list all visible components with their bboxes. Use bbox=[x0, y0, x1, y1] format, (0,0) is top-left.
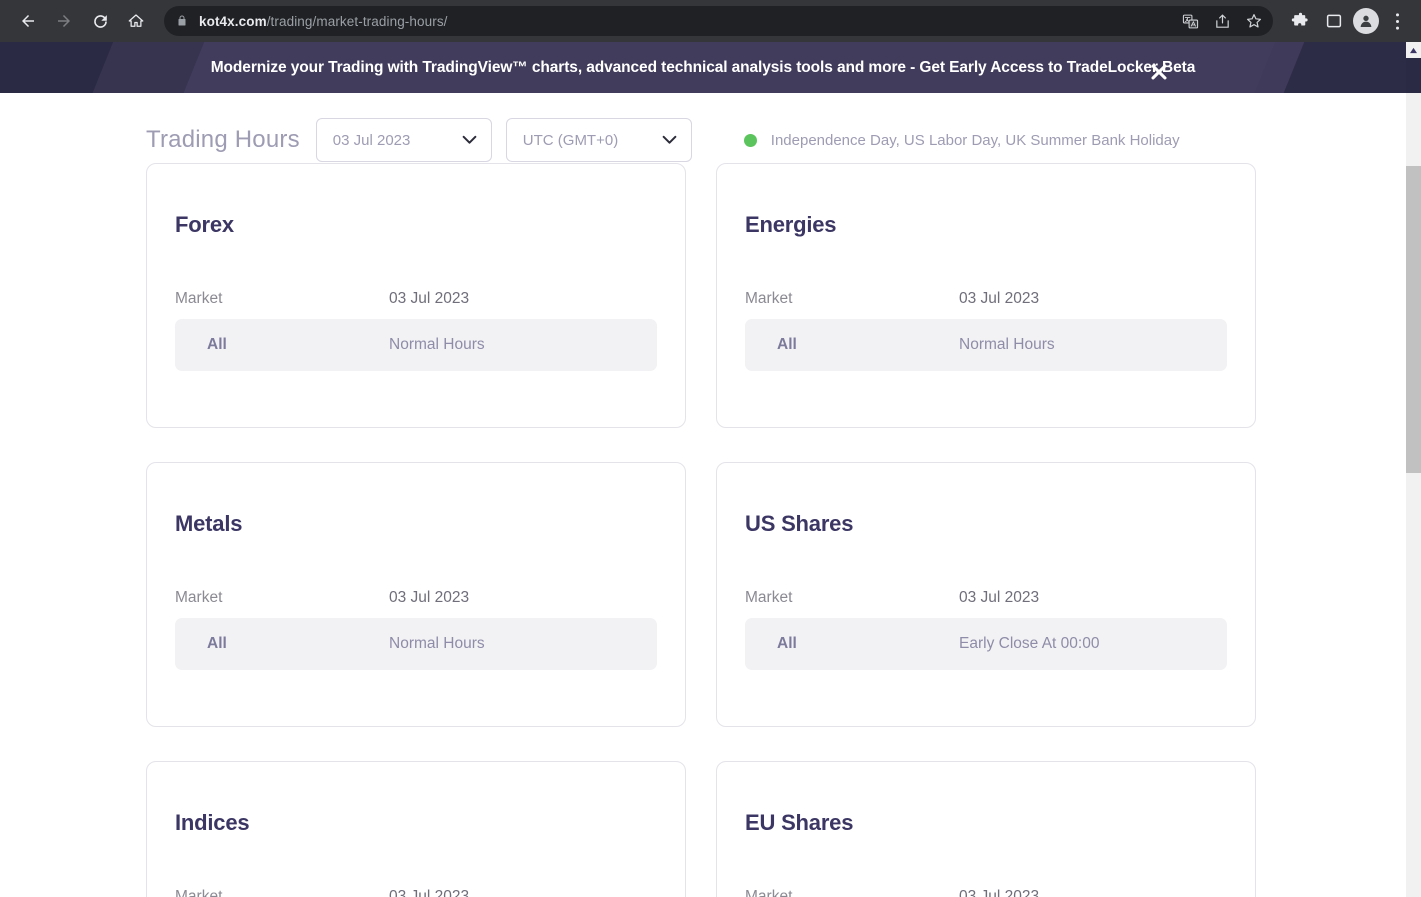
browser-toolbar: kot4x.com/trading/market-trading-hours/ bbox=[0, 0, 1421, 42]
reload-button[interactable] bbox=[82, 3, 118, 39]
card-title: Metals bbox=[175, 511, 243, 536]
close-x-icon bbox=[1151, 64, 1167, 80]
table-row: All Normal Hours bbox=[175, 319, 657, 371]
timezone-select-value: UTC (GMT+0) bbox=[522, 131, 619, 149]
card-title: EU Shares bbox=[745, 810, 854, 835]
date-select-value: 03 Jul 2023 bbox=[332, 131, 411, 149]
profile-avatar-icon bbox=[1360, 15, 1372, 27]
chevron-down-icon bbox=[462, 135, 477, 145]
reload-icon bbox=[93, 14, 107, 28]
row-hours-value: Normal Hours bbox=[959, 336, 1055, 353]
column-header-market: Market bbox=[175, 888, 223, 897]
toolbar-right-actions bbox=[1285, 5, 1411, 37]
card-title: Energies bbox=[745, 212, 837, 237]
share-button[interactable] bbox=[1207, 6, 1237, 36]
three-dot-menu-icon bbox=[1395, 12, 1399, 30]
bookmark-button[interactable] bbox=[1239, 6, 1269, 36]
card-column-headers: Market 03 Jul 2023 bbox=[175, 290, 657, 308]
holiday-text: Independence Day, US Labor Day, UK Summe… bbox=[770, 131, 1180, 149]
column-header-date: 03 Jul 2023 bbox=[959, 589, 1040, 606]
forward-button[interactable] bbox=[46, 3, 82, 39]
market-card-indices: Indices Market 03 Jul 2023 All Normal Ho… bbox=[146, 761, 686, 897]
side-panel-button[interactable] bbox=[1319, 6, 1349, 36]
market-card-energies: Energies Market 03 Jul 2023 All Normal H… bbox=[716, 163, 1256, 428]
page-scrollbar-thumb[interactable] bbox=[1406, 166, 1421, 473]
page-content: Trading Hours 03 Jul 2023 UTC (GMT+0) In… bbox=[0, 93, 1406, 897]
forward-arrow-icon bbox=[58, 15, 70, 27]
promo-close-button[interactable] bbox=[1147, 60, 1171, 84]
card-column-headers: Market 03 Jul 2023 bbox=[745, 290, 1227, 308]
chevron-down-icon bbox=[662, 135, 677, 145]
market-cards-grid: Forex Market 03 Jul 2023 All Normal Hour… bbox=[0, 163, 1256, 897]
profile-button[interactable] bbox=[1353, 8, 1379, 34]
column-header-date: 03 Jul 2023 bbox=[389, 290, 470, 307]
timezone-select[interactable]: UTC (GMT+0) bbox=[505, 118, 692, 162]
market-card-us-shares: US Shares Market 03 Jul 2023 All Early C… bbox=[716, 462, 1256, 727]
home-button[interactable] bbox=[118, 3, 154, 39]
market-card-eu-shares: EU Shares Market 03 Jul 2023 All Normal … bbox=[716, 761, 1256, 897]
url-path: /trading/market-trading-hours/ bbox=[266, 13, 448, 29]
translate-icon bbox=[1182, 14, 1198, 28]
side-panel-icon bbox=[1326, 14, 1342, 28]
promo-banner[interactable]: Modernize your Trading with TradingView™… bbox=[0, 42, 1406, 93]
table-row: All Early Close At 00:00 bbox=[745, 618, 1227, 670]
home-icon bbox=[128, 14, 144, 27]
row-market-label: All bbox=[777, 336, 797, 353]
back-button[interactable] bbox=[10, 3, 46, 39]
back-arrow-icon bbox=[22, 15, 34, 27]
column-header-market: Market bbox=[745, 589, 793, 606]
card-title: Forex bbox=[175, 212, 234, 237]
table-row: All Normal Hours bbox=[745, 319, 1227, 371]
column-header-date: 03 Jul 2023 bbox=[389, 888, 470, 897]
page-title: Trading Hours bbox=[146, 126, 300, 153]
row-hours-value: Normal Hours bbox=[389, 336, 485, 353]
translate-button[interactable] bbox=[1175, 6, 1205, 36]
column-header-date: 03 Jul 2023 bbox=[959, 290, 1040, 307]
column-header-market: Market bbox=[175, 290, 223, 307]
url-domain: kot4x.com bbox=[199, 13, 267, 29]
promo-message: Modernize your Trading with TradingView™… bbox=[210, 58, 1196, 76]
address-bar[interactable]: kot4x.com/trading/market-trading-hours/ bbox=[164, 6, 1273, 36]
market-card-forex: Forex Market 03 Jul 2023 All Normal Hour… bbox=[146, 163, 686, 428]
column-header-market: Market bbox=[745, 290, 793, 307]
card-column-headers: Market 03 Jul 2023 bbox=[175, 888, 657, 897]
market-card-metals: Metals Market 03 Jul 2023 All Normal Hou… bbox=[146, 462, 686, 727]
lock-icon[interactable] bbox=[176, 14, 188, 28]
card-title: Indices bbox=[175, 810, 250, 835]
navigation-buttons bbox=[10, 3, 154, 39]
trading-hours-header: Trading Hours 03 Jul 2023 UTC (GMT+0) In… bbox=[0, 93, 1406, 163]
row-hours-value: Normal Hours bbox=[389, 635, 485, 652]
scroll-up-arrow-icon bbox=[1410, 47, 1417, 53]
omnibox-actions bbox=[1175, 6, 1269, 36]
card-column-headers: Market 03 Jul 2023 bbox=[745, 589, 1227, 607]
column-header-market: Market bbox=[175, 589, 223, 606]
column-header-market: Market bbox=[745, 888, 793, 897]
card-title: US Shares bbox=[745, 511, 854, 536]
card-column-headers: Market 03 Jul 2023 bbox=[175, 589, 657, 607]
row-market-label: All bbox=[777, 635, 797, 652]
column-header-date: 03 Jul 2023 bbox=[959, 888, 1040, 897]
holiday-status-dot bbox=[743, 133, 757, 147]
table-row: All Normal Hours bbox=[175, 618, 657, 670]
holiday-note: Independence Day, US Labor Day, UK Summe… bbox=[743, 131, 1180, 149]
card-column-headers: Market 03 Jul 2023 bbox=[745, 888, 1227, 897]
bookmark-star-icon bbox=[1246, 14, 1262, 28]
column-header-date: 03 Jul 2023 bbox=[389, 589, 470, 606]
extensions-puzzle-icon bbox=[1291, 12, 1308, 25]
date-select[interactable]: 03 Jul 2023 bbox=[315, 118, 492, 162]
scroll-up-button[interactable] bbox=[1406, 42, 1421, 58]
share-icon bbox=[1215, 14, 1229, 28]
row-market-label: All bbox=[207, 336, 227, 353]
extensions-button[interactable] bbox=[1285, 6, 1315, 36]
browser-menu-button[interactable] bbox=[1383, 5, 1411, 37]
row-market-label: All bbox=[207, 635, 227, 652]
row-hours-value: Early Close At 00:00 bbox=[959, 635, 1100, 652]
